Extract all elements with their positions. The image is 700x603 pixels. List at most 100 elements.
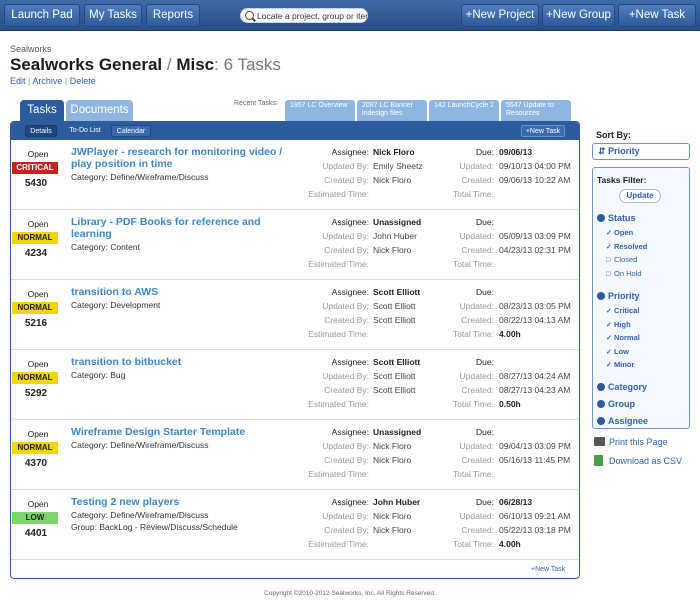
panel-new-task-button[interactable]: +New Task bbox=[521, 125, 565, 137]
filter-option-resolved[interactable]: ✓ Resolved bbox=[606, 242, 647, 251]
task-row[interactable]: Open CRITICAL 5430 JWPlayer - research for … bbox=[11, 140, 579, 210]
created-value: 09/06/13 10:22 AM bbox=[499, 175, 571, 185]
priority-filter-header[interactable]: Priority bbox=[597, 291, 640, 301]
category-filter-header[interactable]: Category bbox=[597, 382, 647, 392]
todo-list-view-button[interactable]: To-Do List bbox=[63, 125, 107, 137]
task-title-link[interactable]: transition to AWS bbox=[71, 286, 301, 298]
task-row[interactable]: Open LOW 4401 Testing 2 new players Category… bbox=[11, 490, 579, 560]
task-status: Open bbox=[27, 429, 49, 439]
filter-option-low[interactable]: ✓ Low bbox=[606, 347, 629, 356]
task-row[interactable]: Open NORMAL 5292 transition to bitbucket Cat… bbox=[11, 350, 579, 420]
total-time-label: Total Time: bbox=[452, 259, 494, 269]
top-nav-bar: Launch Pad My Tasks Reports +New Project… bbox=[0, 0, 700, 31]
updated-by-label: Updated By: bbox=[322, 161, 369, 171]
details-view-button[interactable]: Details bbox=[25, 125, 57, 137]
task-count: : 6 Tasks bbox=[214, 55, 281, 74]
reports-button[interactable]: Reports bbox=[146, 4, 200, 27]
due-label: Due: bbox=[476, 427, 494, 437]
filter-option-critical[interactable]: ✓ Critical bbox=[606, 306, 639, 315]
task-title-link[interactable]: JWPlayer - research for monitoring video… bbox=[71, 146, 301, 170]
task-status: Open bbox=[27, 219, 49, 229]
edit-link[interactable]: Edit bbox=[10, 76, 26, 86]
recent-task-tab[interactable]: 1957 LC Overview bbox=[285, 100, 355, 121]
download-csv-link[interactable]: Download as CSV bbox=[594, 455, 682, 466]
organization-name: Sealworks bbox=[10, 44, 52, 54]
updated-value: 09/04/13 03:09 PM bbox=[499, 441, 571, 451]
new-group-button[interactable]: +New Group bbox=[542, 4, 615, 27]
sort-select[interactable]: ⇵ Priority bbox=[592, 143, 690, 160]
total-time-label: Total Time: bbox=[452, 189, 494, 199]
due-label: Due: bbox=[476, 217, 494, 227]
search-input[interactable] bbox=[257, 9, 367, 22]
footer-copyright: Copyright ©2010-2012 Sealworks, Inc. All… bbox=[264, 590, 436, 597]
task-id: 5292 bbox=[24, 388, 48, 399]
recent-task-tab[interactable]: 5547 Update to Resources bbox=[501, 100, 571, 121]
filter-option-on-hold[interactable]: □ On Hold bbox=[606, 269, 642, 278]
task-row[interactable]: Open NORMAL 4370 Wireframe Design Starter T… bbox=[11, 420, 579, 490]
created-label: Created: bbox=[461, 315, 494, 325]
filter-option-closed[interactable]: □ Closed bbox=[606, 255, 637, 264]
assignee-label: Assignee: bbox=[331, 357, 369, 367]
view-toolbar: Details To-Do List Calendar +New Task bbox=[11, 122, 579, 140]
category-head-label: Category bbox=[608, 382, 648, 392]
filter-option-label: Resolved bbox=[614, 241, 648, 251]
updated-label: Updated: bbox=[459, 511, 495, 521]
created-by-label: Created By: bbox=[324, 315, 369, 325]
new-task-button[interactable]: +New Task bbox=[618, 4, 696, 27]
new-project-button[interactable]: +New Project bbox=[461, 4, 539, 27]
expand-icon bbox=[597, 417, 605, 425]
group-name: Misc bbox=[176, 55, 215, 74]
task-title-link[interactable]: Testing 2 new players bbox=[71, 496, 301, 508]
estimated-time-label: Estimated Time: bbox=[308, 469, 369, 479]
updated-label: Updated: bbox=[459, 161, 495, 171]
updated-by-label: Updated By: bbox=[322, 511, 369, 521]
tab-tasks[interactable]: Tasks bbox=[20, 100, 64, 121]
recent-task-tab[interactable]: 142 LaunchCycle 2 bbox=[429, 100, 499, 121]
filter-option-high[interactable]: ✓ High bbox=[606, 320, 631, 329]
task-category: Category: Define/Wireframe/Discuss bbox=[71, 510, 209, 520]
created-by-value: Scott Elliott bbox=[373, 385, 416, 395]
task-category: Category: Development bbox=[71, 300, 161, 310]
launch-pad-button[interactable]: Launch Pad bbox=[4, 4, 80, 27]
priority-badge: NORMAL bbox=[12, 372, 58, 384]
total-time-value: 0.50h bbox=[499, 399, 521, 409]
updated-by-label: Updated By: bbox=[322, 371, 369, 381]
update-filter-button[interactable]: Update bbox=[619, 189, 661, 203]
filter-option-normal[interactable]: ✓ Normal bbox=[606, 333, 640, 342]
recent-task-tab[interactable]: 2087 LC Banner indesign files bbox=[357, 100, 427, 121]
task-title-link[interactable]: Library - PDF Books for reference and le… bbox=[71, 216, 301, 240]
assignee-label: Assignee: bbox=[331, 147, 369, 157]
task-row[interactable]: Open NORMAL 5216 transition to AWS Category:… bbox=[11, 280, 579, 350]
print-page-link[interactable]: Print this Page bbox=[594, 437, 668, 447]
assignee-label: Assignee: bbox=[331, 217, 369, 227]
group-filter-header[interactable]: Group bbox=[597, 399, 635, 409]
created-value: 05/16/13 11:45 PM bbox=[499, 455, 571, 465]
created-by-value: Nick Floro bbox=[373, 525, 412, 535]
filter-title: Tasks Filter: bbox=[597, 175, 647, 185]
updated-by-value: Scott Elliott bbox=[373, 371, 416, 381]
sort-by-label: Sort By: bbox=[596, 130, 632, 140]
created-value: 08/27/13 04:23 AM bbox=[499, 385, 571, 395]
collapse-icon bbox=[597, 292, 605, 300]
search-box[interactable] bbox=[240, 8, 368, 23]
bottom-new-task-link[interactable]: +New Task bbox=[531, 566, 565, 573]
status-filter-header[interactable]: Status bbox=[597, 213, 636, 223]
archive-link[interactable]: Archive bbox=[32, 76, 62, 86]
assignee-filter-header[interactable]: Assignee bbox=[597, 416, 648, 426]
total-time-value: 4.00h bbox=[499, 539, 521, 549]
updated-by-value: Nick Floro bbox=[373, 441, 412, 451]
csv-file-icon bbox=[594, 455, 603, 466]
delete-link[interactable]: Delete bbox=[70, 76, 96, 86]
updated-value: 09/10/13 04:00 PM bbox=[499, 161, 571, 171]
task-title-link[interactable]: transition to bitbucket bbox=[71, 356, 301, 368]
project-name: Sealworks General bbox=[10, 55, 163, 74]
filter-option-minor[interactable]: ✓ Minor bbox=[606, 360, 634, 369]
updated-label: Updated: bbox=[459, 301, 495, 311]
calendar-view-button[interactable]: Calendar bbox=[111, 125, 151, 137]
filter-option-open[interactable]: ✓ Open bbox=[606, 228, 633, 237]
updated-by-label: Updated By: bbox=[322, 301, 369, 311]
tab-documents[interactable]: Documents bbox=[66, 100, 133, 121]
task-title-link[interactable]: Wireframe Design Starter Template bbox=[71, 426, 301, 438]
my-tasks-button[interactable]: My Tasks bbox=[84, 4, 142, 27]
task-row[interactable]: Open NORMAL 4234 Library - PDF Books for re… bbox=[11, 210, 579, 280]
